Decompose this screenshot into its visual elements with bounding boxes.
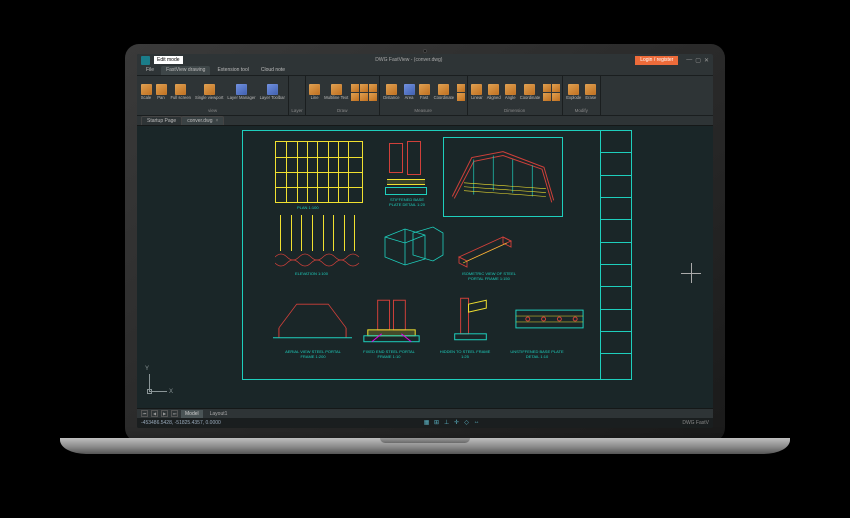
ribbon-group-dimension: Dimension (470, 107, 560, 114)
laptop-camera (423, 49, 427, 53)
distance-button[interactable]: Distance (382, 84, 401, 100)
explode-button[interactable]: Explode (565, 84, 583, 100)
fast-button[interactable]: Fast (417, 84, 431, 100)
ribbon-group-modify: Modify (565, 107, 598, 114)
det1-caption: AERIAL VIEW STEEL PORTAL FRAME 1:200 (285, 349, 341, 359)
title-bar: Edit mode DWG FastView - (conver.dwg) Lo… (137, 54, 713, 66)
aligned-button[interactable]: Aligned (485, 84, 502, 100)
draw-small-icon[interactable] (369, 93, 377, 101)
coordinate-button[interactable]: Coordinate (432, 84, 456, 100)
ribbon-group-measure: Measure (382, 107, 465, 114)
baseplate-detail (383, 139, 429, 195)
edit-mode-input[interactable]: Edit mode (154, 56, 183, 64)
minimize-icon[interactable]: — (686, 57, 692, 64)
nav-prev-icon[interactable]: ◀ (151, 410, 158, 417)
dim-coordinate-button[interactable]: Coordinate (518, 84, 542, 100)
document-tabs: Startup Page conver.dwg× (137, 116, 713, 126)
angle-button[interactable]: Angle (503, 84, 517, 100)
det4-caption: UNSTIFFENED BASE PLATE DETAIL 1:10 (509, 349, 565, 359)
menu-cloud-note[interactable]: Cloud note (256, 66, 290, 75)
tab-startup-page[interactable]: Startup Page (141, 116, 182, 125)
det2-caption: FIXED END STEEL PORTAL FRAME 1:10 (361, 349, 417, 359)
layout-bar: ⏮ ◀ ▶ ⏭ Model Layout1 (137, 408, 713, 418)
app-logo-icon (141, 56, 150, 65)
detail-row (273, 289, 589, 349)
coordinates-readout: -453486.5428, -51825.4357, 0.0000 (141, 420, 221, 426)
polar-icon[interactable]: ✛ (453, 419, 461, 427)
ribbon-group-layer: Layer (291, 107, 302, 114)
layer-toolbar-button[interactable]: Layer Toolbar (258, 84, 286, 100)
dim-small-icon[interactable] (543, 84, 551, 92)
single-viewport-button[interactable]: Single viewport (193, 84, 224, 100)
pan-button[interactable]: Pan (154, 84, 168, 100)
login-register-button[interactable]: Login / register (635, 56, 678, 65)
drawing-sheet: PLAN 1:100 STIFFENED BASE PLATE DETAIL 1… (242, 130, 632, 380)
draw-small-icon[interactable] (360, 84, 368, 92)
window-title: DWG FastView - (conver.dwg) (187, 57, 632, 63)
tab-close-icon[interactable]: × (215, 118, 218, 124)
brand-label: DWG FastV (682, 420, 709, 426)
multiline-text-button[interactable]: Multiline Text (323, 84, 350, 100)
menu-fastview-drawing[interactable]: FastView drawing (161, 66, 210, 75)
nav-next-icon[interactable]: ▶ (161, 410, 168, 417)
plan-caption: PLAN 1:100 (297, 205, 319, 210)
draw-small-icon[interactable] (369, 84, 377, 92)
osnap-icon[interactable]: ◇ (463, 419, 471, 427)
track-icon[interactable]: ↔ (473, 419, 481, 427)
maximize-icon[interactable]: ▢ (695, 57, 701, 64)
grid-icon[interactable]: ⊞ (433, 419, 441, 427)
area-button[interactable]: Area (402, 84, 416, 100)
menu-bar: File FastView drawing Extension tool Clo… (137, 66, 713, 76)
status-tools: ▦ ⊞ ⊥ ✛ ◇ ↔ (423, 419, 481, 427)
plan-grid (275, 141, 363, 203)
layer-manager-button[interactable]: Layer Manager (226, 84, 257, 100)
snap-icon[interactable]: ▦ (423, 419, 431, 427)
tab-conver-dwg[interactable]: conver.dwg× (181, 116, 224, 125)
dim-small-icon[interactable] (552, 93, 560, 101)
layout1-tab[interactable]: Layout1 (206, 410, 232, 418)
ribbon-group-draw: Draw (308, 107, 377, 114)
ribbon-group-view: view (139, 107, 286, 114)
app-screen: Edit mode DWG FastView - (conver.dwg) Lo… (137, 54, 713, 428)
draw-small-icon[interactable] (360, 93, 368, 101)
status-bar: -453486.5428, -51825.4357, 0.0000 ▦ ⊞ ⊥ … (137, 418, 713, 428)
measure-small-icon[interactable] (457, 93, 465, 101)
erase-button[interactable]: Erase (584, 84, 598, 100)
title-block (600, 131, 631, 379)
layer-small-icon[interactable] (291, 93, 299, 101)
draw-small-icon[interactable] (351, 93, 359, 101)
menu-file[interactable]: File (141, 66, 159, 75)
scale-button[interactable]: Scale (139, 84, 153, 100)
line-button[interactable]: Line (308, 84, 322, 100)
draw-small-icon[interactable] (351, 84, 359, 92)
beam-iso (455, 229, 521, 271)
laptop-base (60, 438, 790, 454)
box-3d (379, 223, 445, 269)
dim-small-icon[interactable] (552, 84, 560, 92)
dim-small-icon[interactable] (543, 93, 551, 101)
det3-caption: HIDDEN TO STEEL FRAME 1:25 (437, 349, 493, 359)
linear-button[interactable]: Linear (470, 84, 485, 100)
iso-caption: ISOMETRIC VIEW OF STEEL PORTAL FRAME 1:1… (459, 271, 519, 281)
layer-small-icon[interactable] (291, 84, 299, 92)
elevation-caption: ELEVATION 1:100 (295, 271, 328, 276)
nav-last-icon[interactable]: ⏭ (171, 410, 178, 417)
nav-first-icon[interactable]: ⏮ (141, 410, 148, 417)
elevation-view (275, 215, 363, 269)
full-screen-button[interactable]: Full screen (169, 84, 192, 100)
baseplate-caption: STIFFENED BASE PLATE DETAIL 1:20 (385, 197, 429, 207)
menu-extension-tool[interactable]: Extension tool (212, 66, 253, 75)
close-icon[interactable]: ✕ (704, 57, 709, 64)
isometric-view (443, 137, 563, 217)
ortho-icon[interactable]: ⊥ (443, 419, 451, 427)
measure-small-icon[interactable] (457, 84, 465, 92)
model-tab[interactable]: Model (181, 410, 203, 418)
drawing-canvas[interactable]: PLAN 1:100 STIFFENED BASE PLATE DETAIL 1… (137, 126, 713, 408)
ribbon: Scale Pan Full screen Single viewport La… (137, 76, 713, 116)
